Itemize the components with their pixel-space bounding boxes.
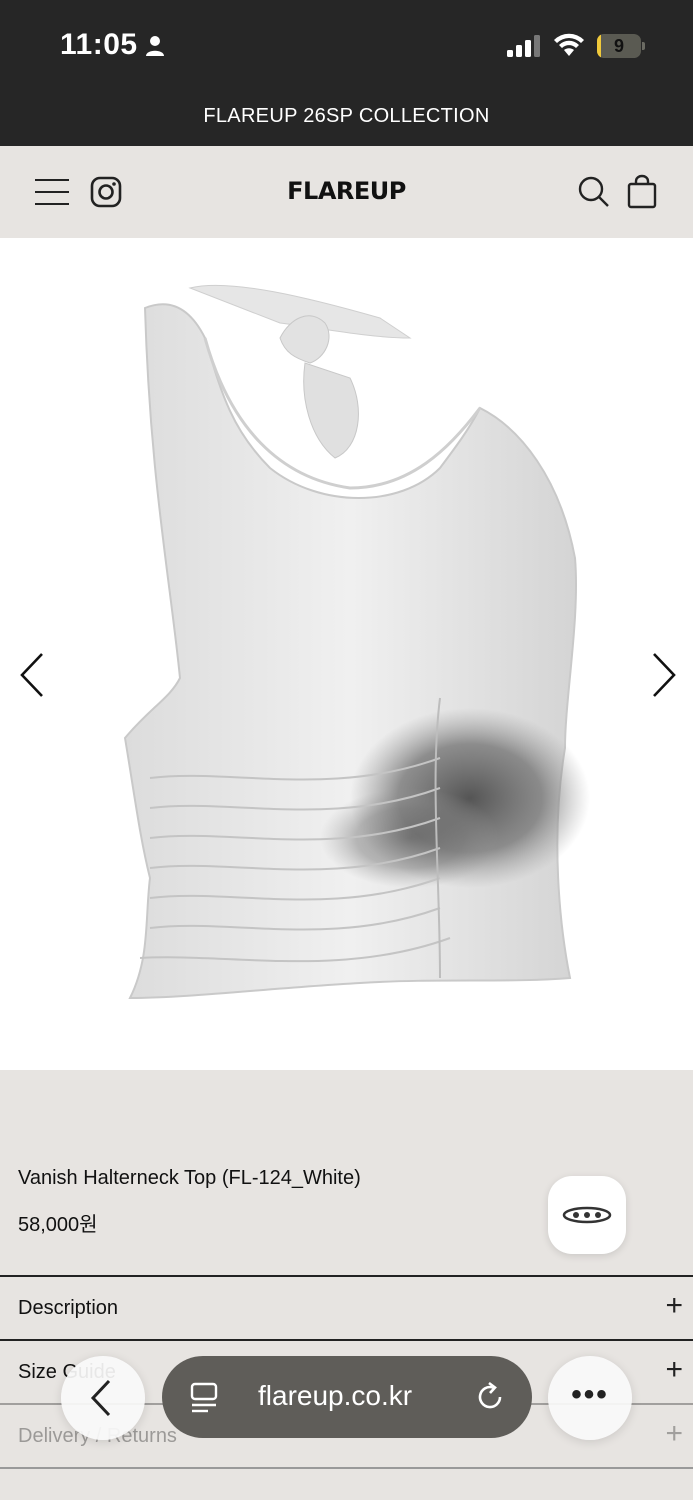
reload-icon[interactable] (476, 1381, 506, 1413)
battery-icon: 9 (597, 34, 645, 58)
accordion-divider (0, 1467, 693, 1500)
product-title: Vanish Halterneck Top (FL-124_White) (18, 1167, 361, 1189)
wifi-icon (554, 33, 584, 56)
product-image (123, 284, 590, 1000)
chat-button[interactable] (548, 1176, 626, 1254)
page-menu-icon[interactable] (190, 1382, 218, 1414)
shopping-bag-icon[interactable] (624, 174, 660, 210)
browser-back-button[interactable] (61, 1356, 145, 1440)
url-text: flareup.co.kr (258, 1380, 413, 1411)
product-gallery[interactable] (0, 238, 693, 1070)
battery-level: 9 (613, 36, 624, 56)
chevron-left-icon (90, 1379, 111, 1417)
site-header: FLAREUP (0, 146, 693, 238)
chat-icon (562, 1206, 612, 1224)
person-icon (146, 36, 164, 56)
status-bar: 11:05 9 (0, 0, 693, 88)
status-time: 11:05 (60, 28, 138, 61)
plus-icon: + (665, 1289, 683, 1322)
announcement-bar[interactable]: FLAREUP 26SP COLLECTION (0, 88, 693, 146)
search-icon[interactable] (576, 174, 612, 210)
cellular-signal-icon (507, 35, 540, 57)
product-price: 58,000원 (18, 1214, 98, 1236)
plus-icon: + (665, 1353, 683, 1386)
more-icon: ••• (571, 1378, 609, 1411)
plus-icon: + (665, 1417, 683, 1450)
chevron-right-icon[interactable] (650, 650, 680, 700)
accordion-label: Description (18, 1297, 119, 1319)
address-bar[interactable]: flareup.co.kr (162, 1356, 532, 1438)
more-options-button[interactable]: ••• (548, 1356, 632, 1440)
accordion-description[interactable]: Description + (0, 1275, 693, 1339)
chevron-left-icon[interactable] (18, 650, 48, 700)
